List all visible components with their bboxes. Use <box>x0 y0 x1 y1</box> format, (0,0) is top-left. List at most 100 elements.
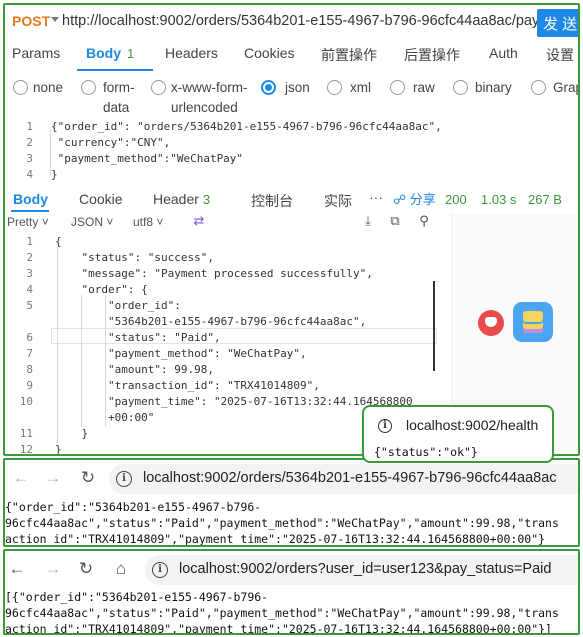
body-type-radio-group: none form- data x-www-form- urlencoded j… <box>5 75 578 119</box>
code-line: "status": "Paid", <box>55 331 221 344</box>
browser-toolbar: ← → ↻ ⌂ i localhost:9002/orders?user_id=… <box>5 551 578 587</box>
code-line: +00:00" <box>55 411 155 424</box>
radio-urlencoded[interactable] <box>151 80 166 95</box>
resp-tab-body[interactable]: Body <box>13 191 48 207</box>
code-line: "5364b201-e155-4967-b796-96cfc44aa8ac", <box>55 315 367 328</box>
encoding-select[interactable]: utf8 ˅ <box>133 215 163 229</box>
notes-app-icon[interactable] <box>513 302 553 342</box>
request-url-input[interactable]: http://localhost:9002/orders/5364b201-e1… <box>62 13 539 29</box>
tab-body-count: 1 <box>127 46 135 61</box>
address-bar[interactable]: i localhost:9002/orders/5364b201-e155-49… <box>109 464 578 494</box>
line-number: 3 <box>26 267 33 280</box>
tab-body-label: Body <box>86 45 121 61</box>
line-number: 4 <box>26 168 33 181</box>
response-size: 267 B <box>528 192 562 207</box>
line-number: 2 <box>26 251 33 264</box>
format-label: JSON <box>71 215 104 229</box>
code-line: } <box>55 427 89 440</box>
radio-form-data-label-1: form- <box>103 80 135 95</box>
reload-icon[interactable]: ↻ <box>78 468 98 488</box>
home-icon[interactable]: ⌂ <box>111 559 131 579</box>
health-url: localhost:9002/health <box>406 417 539 433</box>
status-code: 200 <box>445 192 467 207</box>
radio-urlencoded-label-2: urlencoded <box>171 100 238 115</box>
send-button[interactable]: 发 送 <box>537 9 578 37</box>
line-number: 3 <box>26 152 33 165</box>
tab-body[interactable]: Body 1 <box>86 45 134 61</box>
radio-form-data[interactable] <box>81 80 96 95</box>
resp-tab-cookie[interactable]: Cookie <box>79 191 123 207</box>
browser-order-list: ← → ↻ ⌂ i localhost:9002/orders?user_id=… <box>3 549 580 635</box>
radio-xml[interactable] <box>327 80 342 95</box>
resp-tab-actual[interactable]: 实际 <box>324 191 352 211</box>
response-time: 1.03 s <box>481 192 517 207</box>
tab-post-request[interactable]: 后置操作 <box>404 45 460 65</box>
info-icon: i <box>378 419 392 433</box>
line-number: 7 <box>26 347 33 360</box>
code-line: "amount": 99.98, <box>55 363 214 376</box>
json-output-line: [{"order_id":"5364b201-e155-4967-b796- <box>5 590 269 604</box>
line-number: 11 <box>19 427 33 440</box>
chevron-down-icon: ˅ <box>41 215 49 229</box>
code-line: "status": "success", <box>55 251 214 264</box>
view-mode-select[interactable]: Pretty ˅ <box>7 215 49 229</box>
resp-tab-console[interactable]: 控制台 <box>251 191 293 211</box>
code-line: {"order_id": "orders/5364b201-e155-4967-… <box>51 120 442 133</box>
arrow-right-icon[interactable]: → <box>43 468 63 488</box>
resp-tab-header[interactable]: Header 3 <box>153 191 210 207</box>
code-line: "payment_method": "WeChatPay", <box>55 347 307 360</box>
copy-icon[interactable]: ⧉ <box>387 213 403 229</box>
arrow-right-icon[interactable]: → <box>43 559 63 579</box>
http-method-select[interactable]: POST <box>12 13 50 29</box>
radio-raw-label: raw <box>413 80 435 95</box>
line-number: 2 <box>26 136 33 149</box>
view-mode-label: Pretty <box>7 215 39 229</box>
download-icon[interactable]: ⤓ <box>360 213 376 229</box>
radio-graphql[interactable] <box>531 80 546 95</box>
wrap-icon[interactable]: ⇄ <box>191 213 207 229</box>
info-icon[interactable]: i <box>152 562 168 578</box>
code-line: } <box>51 168 58 181</box>
chevron-down-icon[interactable] <box>51 17 59 22</box>
tab-auth[interactable]: Auth <box>489 45 518 61</box>
code-line: { <box>55 235 62 248</box>
code-line: "transaction_id": "TRX41014809", <box>55 379 320 392</box>
chevron-down-icon: ˅ <box>106 215 114 229</box>
tab-params[interactable]: Params <box>12 45 60 61</box>
line-number: 1 <box>26 120 33 133</box>
info-icon[interactable]: i <box>116 471 132 487</box>
arrow-left-icon[interactable]: ← <box>7 559 27 579</box>
arrow-left-icon[interactable]: ← <box>11 468 31 488</box>
share-icon: ☍ <box>393 192 410 207</box>
line-number: 4 <box>26 283 33 296</box>
request-body-editor[interactable]: 1 {"order_id": "orders/5364b201-e155-496… <box>5 118 578 188</box>
json-output-line: action_id":"TRX41014809","payment_time":… <box>5 532 546 546</box>
address-bar[interactable]: i localhost:9002/orders?user_id=user123&… <box>145 555 578 585</box>
tab-pre-request[interactable]: 前置操作 <box>321 45 377 65</box>
api-client-panel: POST http://localhost:9002/orders/5364b2… <box>3 3 580 456</box>
resp-tab-header-count: 3 <box>202 192 211 207</box>
line-number: 8 <box>26 363 33 376</box>
encoding-label: utf8 <box>133 215 154 229</box>
reload-icon[interactable]: ↻ <box>76 559 96 579</box>
tab-settings[interactable]: 设置 <box>546 45 574 65</box>
radio-binary[interactable] <box>453 80 468 95</box>
browser-toolbar: ← → ↻ i localhost:9002/orders/5364b201-e… <box>5 460 578 496</box>
radio-form-data-label-2: data <box>103 100 130 115</box>
radio-urlencoded-label-1: x-www-form- <box>171 80 248 95</box>
radio-xml-label: xml <box>350 80 371 95</box>
tab-headers[interactable]: Headers <box>165 45 218 61</box>
red-app-icon[interactable] <box>478 310 504 336</box>
format-select[interactable]: JSON ˅ <box>71 215 113 229</box>
request-tabs: Params Body 1 Headers Cookies 前置操作 后置操作 A… <box>5 41 578 73</box>
scrollbar[interactable] <box>433 281 435 371</box>
search-icon[interactable]: ⚲ <box>416 213 432 229</box>
radio-json[interactable] <box>261 80 276 95</box>
more-icon[interactable]: ··· <box>369 189 383 205</box>
radio-none[interactable] <box>13 80 28 95</box>
radio-raw[interactable] <box>390 80 405 95</box>
share-button[interactable]: ☍ 分享 <box>393 189 436 208</box>
tab-cookies[interactable]: Cookies <box>244 45 295 61</box>
resp-tab-header-label: Header <box>153 191 199 207</box>
share-label: 分享 <box>409 192 436 207</box>
